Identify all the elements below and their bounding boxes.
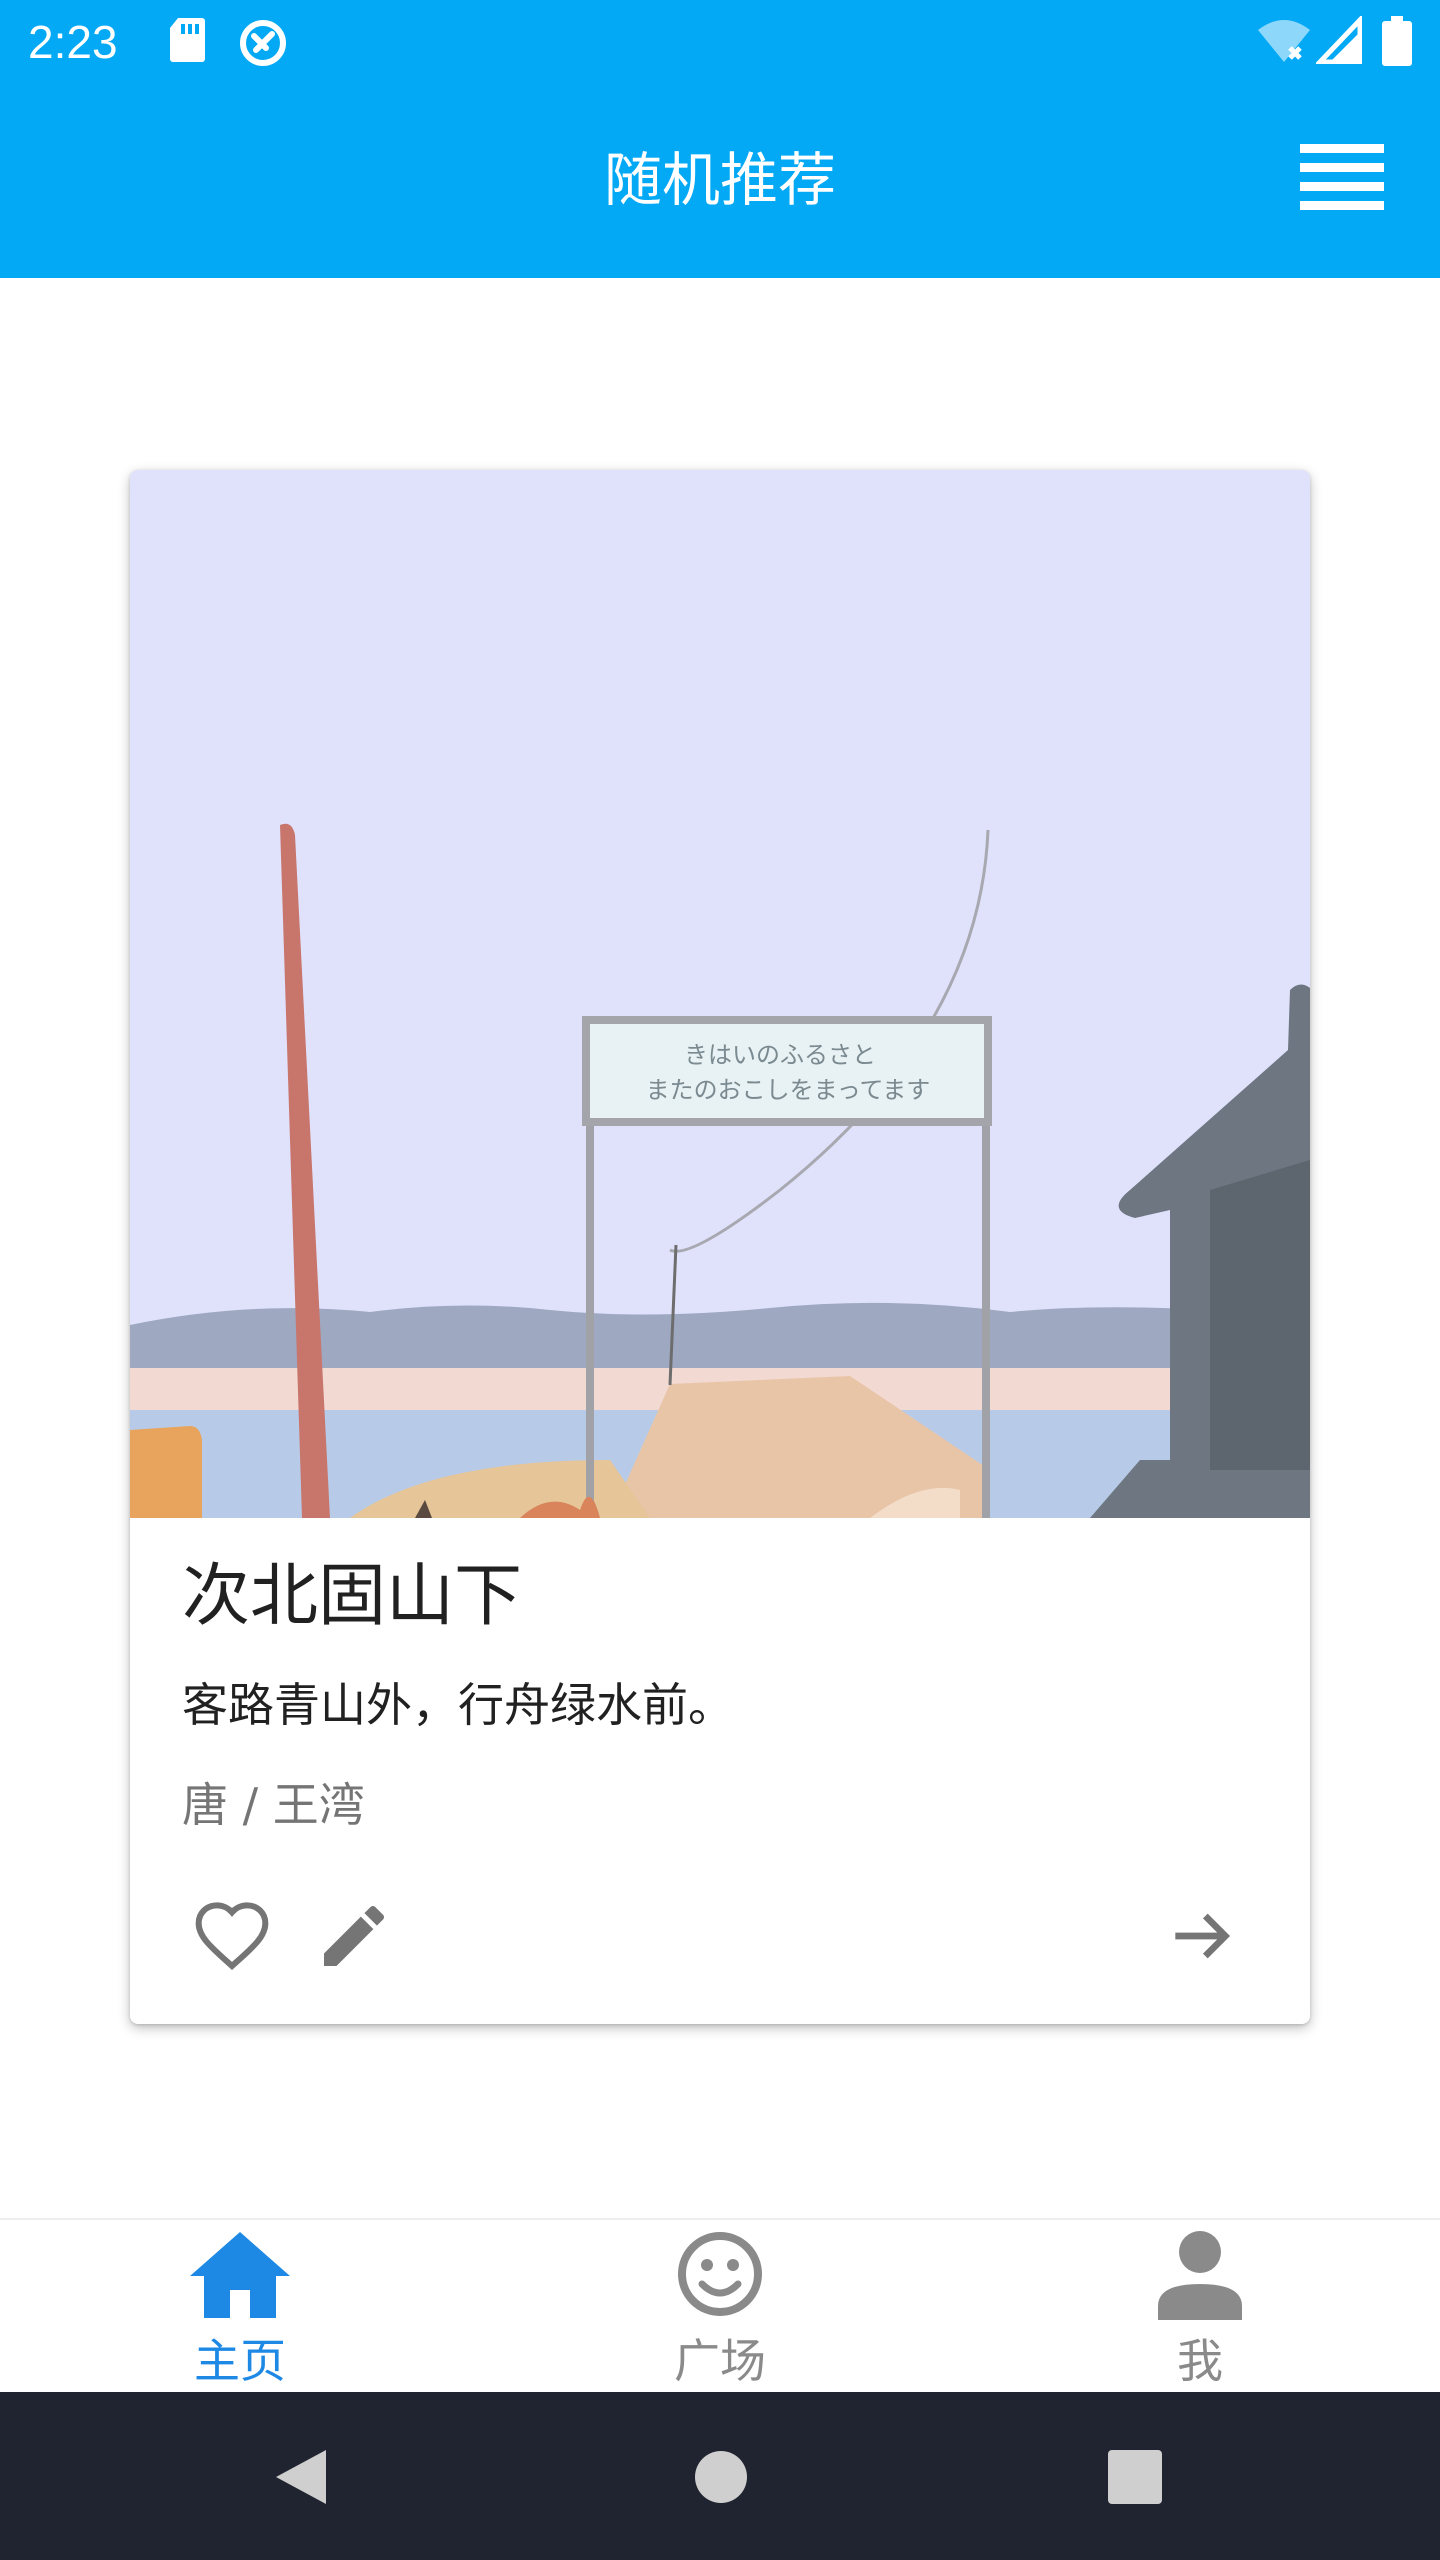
back-icon[interactable] <box>270 2446 332 2508</box>
pencil-icon <box>324 1905 385 1966</box>
recents-icon[interactable] <box>1108 2450 1162 2504</box>
nav-item-home[interactable]: 主页 <box>0 2220 480 2394</box>
arrow-right-icon <box>1175 1913 1231 1959</box>
system-nav-bar <box>0 2392 1440 2560</box>
home-icon <box>190 2232 290 2318</box>
status-time: 2:23 <box>28 16 118 68</box>
sign-line-1: きはいのふるさと <box>684 1041 876 1069</box>
edit-button[interactable] <box>314 1896 394 1976</box>
bottom-nav: 主页 广场 我 <box>0 2218 1440 2394</box>
favorite-button[interactable] <box>192 1896 272 1976</box>
smiley-icon <box>678 2232 762 2316</box>
heart-outline-icon <box>195 1902 269 1971</box>
signal-icon <box>1316 16 1362 64</box>
next-button[interactable] <box>1162 1896 1242 1976</box>
sign-line-2: またのおこしをまってます <box>646 1076 931 1104</box>
nav-label-home: 主页 <box>194 2334 286 2388</box>
sync-icon <box>240 20 286 66</box>
status-bar: 2:23 <box>0 0 1440 84</box>
menu-icon <box>1300 144 1384 210</box>
battery-icon <box>1382 16 1412 66</box>
nav-label-square: 广场 <box>674 2334 766 2388</box>
poem-illustration: きはいのふるさと またのおこしをまってます <box>130 470 1310 1518</box>
page-title: 随机推荐 <box>603 146 836 214</box>
app-bar: 随机推荐 <box>0 84 1440 278</box>
poem-verse: 客路青山外，行舟绿水前。 <box>182 1678 734 1732</box>
poem-author: 唐 / 王湾 <box>182 1778 365 1832</box>
nav-label-me: 我 <box>1177 2334 1223 2388</box>
poem-card[interactable]: きはいのふるさと またのおこしをまってます 次北固山下 客路青山外，行舟绿水前。… <box>130 470 1310 2024</box>
poem-title: 次北固山下 <box>182 1557 523 1636</box>
wifi-icon <box>1258 20 1310 62</box>
nav-item-square[interactable]: 广场 <box>480 2220 960 2394</box>
sd-card-icon <box>170 18 205 62</box>
menu-button[interactable] <box>1290 140 1390 220</box>
person-icon <box>1158 2231 1242 2320</box>
nav-item-me[interactable]: 我 <box>960 2220 1440 2394</box>
home-circle-icon[interactable] <box>694 2450 748 2504</box>
